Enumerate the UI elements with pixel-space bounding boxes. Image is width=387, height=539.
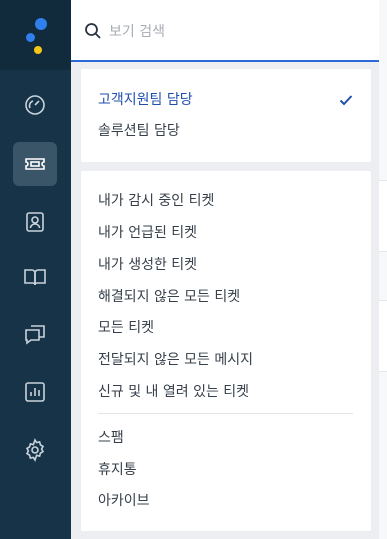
sidebar xyxy=(0,0,71,539)
logo-dot-large xyxy=(35,18,47,30)
sidebar-item-reports[interactable] xyxy=(13,370,57,414)
view-option-label: 전달되지 않은 모든 메시지 xyxy=(98,352,254,368)
sidebar-item-conversations[interactable] xyxy=(13,312,57,356)
view-option-label: 신규 및 내 열려 있는 티켓 xyxy=(98,384,250,400)
view-option-spam[interactable]: 스팸 xyxy=(98,425,359,451)
sidebar-item-dashboard[interactable] xyxy=(13,83,57,127)
conversations-icon xyxy=(25,325,45,345)
view-dropdown-panel: 고객지원팀 담당 솔루션팀 담당 내가 감시 중인 티켓 내가 언급된 티켓 내… xyxy=(71,0,379,539)
view-option-label: 고객지원팀 담당 xyxy=(98,92,193,108)
view-option-label: 해결되지 않은 모든 티켓 xyxy=(98,289,241,305)
view-option-support-team[interactable]: 고객지원팀 담당 xyxy=(98,87,359,113)
logo[interactable] xyxy=(0,0,71,70)
view-option[interactable]: 모든 티켓 xyxy=(98,315,359,341)
view-option-solution-team[interactable]: 솔루션팀 담당 xyxy=(98,118,359,144)
view-option-label: 아카이브 xyxy=(98,493,150,509)
ticket-icon xyxy=(25,158,45,170)
sidebar-item-tickets[interactable] xyxy=(13,142,57,186)
view-option[interactable]: 신규 및 내 열려 있는 티켓 xyxy=(98,379,359,405)
logo-dot-yellow xyxy=(34,46,42,54)
logo-dot-small xyxy=(26,33,35,42)
sidebar-item-knowledge-base[interactable] xyxy=(13,255,57,299)
view-option-trash[interactable]: 휴지통 xyxy=(98,457,359,483)
divider xyxy=(98,413,353,414)
view-option[interactable]: 내가 언급된 티켓 xyxy=(98,220,359,246)
view-option[interactable]: 내가 감시 중인 티켓 xyxy=(98,188,359,214)
view-option-archive[interactable]: 아카이브 xyxy=(98,488,359,514)
view-option-label: 모든 티켓 xyxy=(98,320,154,336)
dashboard-icon xyxy=(25,95,45,115)
view-search-bar xyxy=(71,0,379,62)
contacts-icon xyxy=(26,212,44,232)
ticket-views-group: 내가 감시 중인 티켓 내가 언급된 티켓 내가 생성한 티켓 해결되지 않은 … xyxy=(81,171,371,531)
settings-icon xyxy=(25,438,45,462)
assignment-views-group: 고객지원팀 담당 솔루션팀 담당 xyxy=(81,69,371,162)
view-option[interactable]: 전달되지 않은 모든 메시지 xyxy=(98,347,359,373)
search-icon xyxy=(85,23,101,39)
view-option-label: 내가 감시 중인 티켓 xyxy=(98,193,215,209)
checkmark-icon xyxy=(339,95,353,106)
view-search-input[interactable] xyxy=(107,18,351,46)
view-option[interactable]: 해결되지 않은 모든 티켓 xyxy=(98,284,359,310)
sidebar-item-contacts[interactable] xyxy=(13,200,57,244)
knowledge-base-icon xyxy=(24,269,46,286)
view-option-label: 휴지통 xyxy=(98,462,137,478)
reports-icon xyxy=(25,382,45,402)
view-option[interactable]: 내가 생성한 티켓 xyxy=(98,252,359,278)
sidebar-item-settings[interactable] xyxy=(13,428,57,472)
view-option-label: 스팸 xyxy=(98,430,124,446)
view-option-label: 솔루션팀 담당 xyxy=(98,123,180,139)
view-option-label: 내가 언급된 티켓 xyxy=(98,225,198,241)
view-option-label: 내가 생성한 티켓 xyxy=(98,257,198,273)
